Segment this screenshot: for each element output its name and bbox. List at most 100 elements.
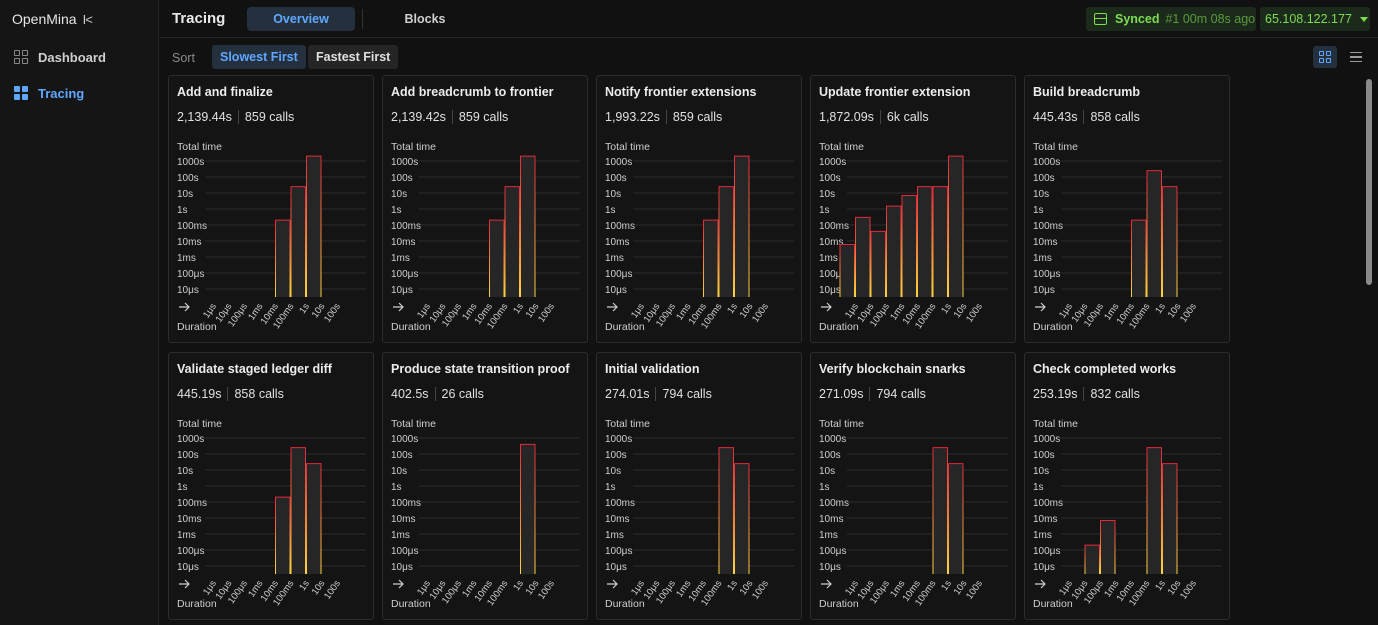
list-icon xyxy=(1350,52,1362,62)
histogram-bar[interactable] xyxy=(840,244,855,297)
y-tick-label: 1000s xyxy=(391,157,418,168)
histogram-bar[interactable] xyxy=(933,447,948,574)
page-title: Tracing xyxy=(172,10,226,27)
histogram-bar[interactable] xyxy=(306,463,322,574)
histogram-bar[interactable] xyxy=(948,463,964,574)
y-tick-label: 10ms xyxy=(391,514,415,525)
y-tick-label: 1s xyxy=(177,205,188,216)
y-tick-label: 1000s xyxy=(1033,434,1060,445)
trace-card[interactable]: Add breadcrumb to frontier 2,139.42s 859 c… xyxy=(382,75,588,343)
y-tick-label: 1s xyxy=(1033,205,1044,216)
y-tick-label: 1000s xyxy=(605,157,632,168)
grid-view-button[interactable] xyxy=(1313,46,1337,68)
histogram-bar[interactable] xyxy=(871,231,886,297)
histogram-bar[interactable] xyxy=(1085,545,1100,574)
histogram-svg: 1000s100s10s1s100ms10ms1ms100μs10μs1μs10… xyxy=(1033,434,1222,610)
histogram-svg: 1000s100s10s1s100ms10ms1ms100μs10μs1μs10… xyxy=(819,155,1008,333)
histogram-bar[interactable] xyxy=(1147,170,1162,297)
trace-card[interactable]: Build breadcrumb 445.43s 858 calls Total ti… xyxy=(1024,75,1230,343)
histogram-bar[interactable] xyxy=(1100,520,1116,574)
histogram-bar[interactable] xyxy=(489,220,505,297)
histogram-bar[interactable] xyxy=(1147,447,1162,574)
brand-name: OpenMina xyxy=(12,11,77,27)
histogram-bar[interactable] xyxy=(703,220,719,297)
tab-divider xyxy=(362,9,363,29)
histogram-bar[interactable] xyxy=(275,497,291,574)
scrollbar[interactable] xyxy=(1366,79,1372,285)
histogram-bar[interactable] xyxy=(520,444,536,574)
trace-card[interactable]: Produce state transition proof 402.5s 26 c… xyxy=(382,352,588,620)
sidebar-item-tracing[interactable]: Tracing xyxy=(0,79,159,107)
histogram-bar[interactable] xyxy=(933,186,948,297)
y-tick-label: 1s xyxy=(391,482,402,493)
histogram-bar[interactable] xyxy=(855,217,871,297)
histogram-bar[interactable] xyxy=(275,220,291,297)
trace-card[interactable]: Add and finalize 2,139.44s 859 calls Total … xyxy=(168,75,374,343)
histogram-svg: 1000s100s10s1s100ms10ms1ms100μs10μs1μs10… xyxy=(391,434,580,610)
tab-overview[interactable]: Overview xyxy=(247,7,355,31)
trace-card[interactable]: Notify frontier extensions 1,993.22s 859 c… xyxy=(596,75,802,343)
trace-card[interactable]: Initial validation 274.01s 794 calls Total … xyxy=(596,352,802,620)
y-tick-label: 10μs xyxy=(177,562,199,573)
histogram-bar[interactable] xyxy=(719,447,734,574)
sort-fastest-button[interactable]: Fastest First xyxy=(308,45,399,69)
list-view-button[interactable] xyxy=(1344,46,1368,68)
histogram-bar[interactable] xyxy=(734,156,750,297)
histogram-svg: 1000s100s10s1s100ms10ms1ms100μs10μs1μs10… xyxy=(819,434,1008,610)
card-stats: 274.01s 794 calls xyxy=(605,387,712,401)
card-stats: 445.19s 858 calls xyxy=(177,387,284,401)
histogram-bar[interactable] xyxy=(917,186,933,297)
histogram-bar[interactable] xyxy=(306,156,322,297)
histogram-plot: 1000s 100s 10s 1s 100ms 10ms 1ms 100μs 10μs 1μs 10… xyxy=(811,431,1017,621)
histogram-bar[interactable] xyxy=(734,463,750,574)
collapse-sidebar-icon[interactable]: I< xyxy=(83,12,93,27)
trace-card[interactable]: Check completed works 253.19s 832 calls Tot… xyxy=(1024,352,1230,620)
y-axis-label: Total time xyxy=(391,418,436,430)
histogram-bar[interactable] xyxy=(1162,463,1178,574)
sidebar-item-dashboard[interactable]: Dashboard xyxy=(0,43,159,71)
histogram-bar[interactable] xyxy=(719,186,734,297)
y-tick-label: 100μs xyxy=(819,546,846,557)
y-tick-label: 10s xyxy=(605,466,621,477)
y-tick-label: 10s xyxy=(391,189,407,200)
histogram-bar[interactable] xyxy=(291,186,306,297)
histogram-bar[interactable] xyxy=(948,156,964,297)
arrow-right-icon xyxy=(821,579,832,589)
histogram-bar[interactable] xyxy=(520,156,536,297)
card-stats: 253.19s 832 calls xyxy=(1033,387,1140,401)
card-title: Add and finalize xyxy=(177,85,273,99)
y-tick-label: 100μs xyxy=(177,269,204,280)
histogram-bar[interactable] xyxy=(886,206,902,297)
stat-separator xyxy=(1083,387,1085,401)
histogram-bar[interactable] xyxy=(291,447,306,574)
call-count: 6k calls xyxy=(886,110,929,124)
tab-blocks[interactable]: Blocks xyxy=(370,7,480,31)
brand: OpenMina I< xyxy=(12,10,93,28)
y-tick-label: 10s xyxy=(1033,189,1049,200)
histogram-bar[interactable] xyxy=(902,195,917,297)
histogram-bar[interactable] xyxy=(505,186,520,297)
histogram-bar[interactable] xyxy=(1131,220,1147,297)
node-selector[interactable]: 65.108.122.177 xyxy=(1260,7,1370,31)
x-axis-label: Duration xyxy=(605,321,645,333)
histogram-bar[interactable] xyxy=(1162,186,1178,297)
y-tick-label: 10ms xyxy=(391,237,415,248)
call-count: 858 calls xyxy=(234,387,284,401)
x-axis-label: Duration xyxy=(819,321,859,333)
sort-slowest-button[interactable]: Slowest First xyxy=(212,45,306,69)
card-stats: 402.5s 26 calls xyxy=(391,387,484,401)
y-tick-label: 1s xyxy=(819,205,830,216)
histogram-svg: 1000s100s10s1s100ms10ms1ms100μs10μs1μs10… xyxy=(391,155,580,333)
y-tick-label: 100ms xyxy=(1033,498,1063,509)
trace-card[interactable]: Verify blockchain snarks 271.09s 794 calls… xyxy=(810,352,1016,620)
y-axis-label: Total time xyxy=(1033,418,1078,430)
y-tick-label: 1ms xyxy=(1033,253,1052,264)
app-root: OpenMina I< Dashboard Tracing Tracing Ov… xyxy=(0,0,1378,625)
sync-status-badge[interactable]: Synced #1 00m 08s ago xyxy=(1086,7,1256,31)
y-tick-label: 10ms xyxy=(177,237,201,248)
y-tick-label: 10s xyxy=(177,466,193,477)
trace-card[interactable]: Validate staged ledger diff 445.19s 858 ca… xyxy=(168,352,374,620)
histogram-plot: 1000s 100s 10s 1s 100ms 10ms 1ms 100μs 10μs 1μs 10… xyxy=(597,154,803,344)
trace-card[interactable]: Update frontier extension 1,872.09s 6k cal… xyxy=(810,75,1016,343)
total-time: 1,993.22s xyxy=(605,110,660,124)
